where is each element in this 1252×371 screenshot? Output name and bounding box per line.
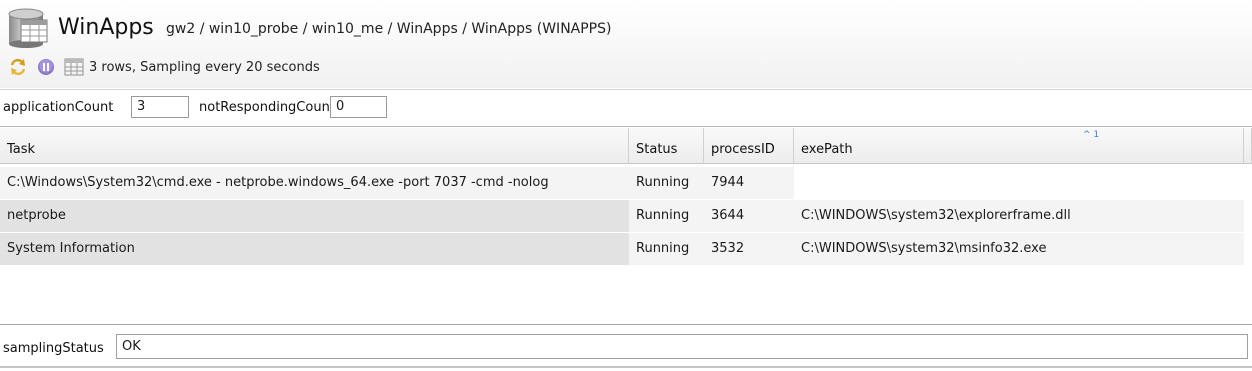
table-row[interactable]: C:\Windows\System32\cmd.exe - netprobe.w… (0, 167, 1252, 199)
headline-label-notRespondingCount: notRespondingCount (199, 100, 335, 115)
toolbar: 3 rows, Sampling every 20 seconds (8, 57, 320, 77)
column-header-exepath[interactable]: exePath (794, 128, 1244, 164)
cell-exepath: C:\WINDOWS\system32\explorerframe.dll (794, 200, 1244, 232)
grid-icon[interactable] (63, 57, 85, 77)
cell-task: System Information (0, 233, 629, 265)
headline-bar: applicationCount 3 notRespondingCount 0 (0, 89, 1252, 127)
sampling-status-bar: samplingStatus OK (0, 328, 1252, 368)
sampling-info-text: 3 rows, Sampling every 20 seconds (89, 59, 320, 75)
headline-value-applicationCount: 3 (131, 96, 189, 118)
column-header-processid[interactable]: processID (704, 128, 794, 164)
cell-status: Running (629, 233, 704, 265)
column-header-task[interactable]: Task (0, 128, 629, 164)
cell-task: netprobe (0, 200, 629, 232)
headline-label-applicationCount: applicationCount (3, 100, 114, 115)
sort-indicator-icon: ^ 1 (1083, 130, 1100, 140)
column-header-status[interactable]: Status (629, 128, 704, 164)
cell-processid: 3644 (704, 200, 794, 232)
cell-exepath (794, 167, 1244, 199)
table-row[interactable]: System Information Running 3532 C:\WINDO… (0, 233, 1252, 265)
column-header-filler (1244, 128, 1252, 164)
cell-status: Running (629, 167, 704, 199)
sampling-status-label: samplingStatus (3, 341, 104, 356)
database-table-icon (6, 6, 50, 48)
sampling-status-value: OK (116, 334, 1248, 359)
dataview-title: WinApps (58, 15, 154, 40)
dataview-table: Task Status processID exePath ^ 1 C:\Win… (0, 128, 1252, 325)
cell-processid: 3532 (704, 233, 794, 265)
headline-value-notRespondingCount: 0 (330, 96, 387, 118)
breadcrumb: gw2 / win10_probe / win10_me / WinApps /… (166, 21, 612, 37)
cell-task: C:\Windows\System32\cmd.exe - netprobe.w… (0, 167, 629, 199)
dataview-header: WinApps gw2 / win10_probe / win10_me / W… (0, 0, 1252, 88)
table-row[interactable]: netprobe Running 3644 C:\WINDOWS\system3… (0, 200, 1252, 232)
cell-processid: 7944 (704, 167, 794, 199)
cell-exepath: C:\WINDOWS\system32\msinfo32.exe (794, 233, 1244, 265)
cell-status: Running (629, 200, 704, 232)
pause-icon[interactable] (36, 57, 56, 77)
refresh-icon[interactable] (8, 57, 28, 77)
